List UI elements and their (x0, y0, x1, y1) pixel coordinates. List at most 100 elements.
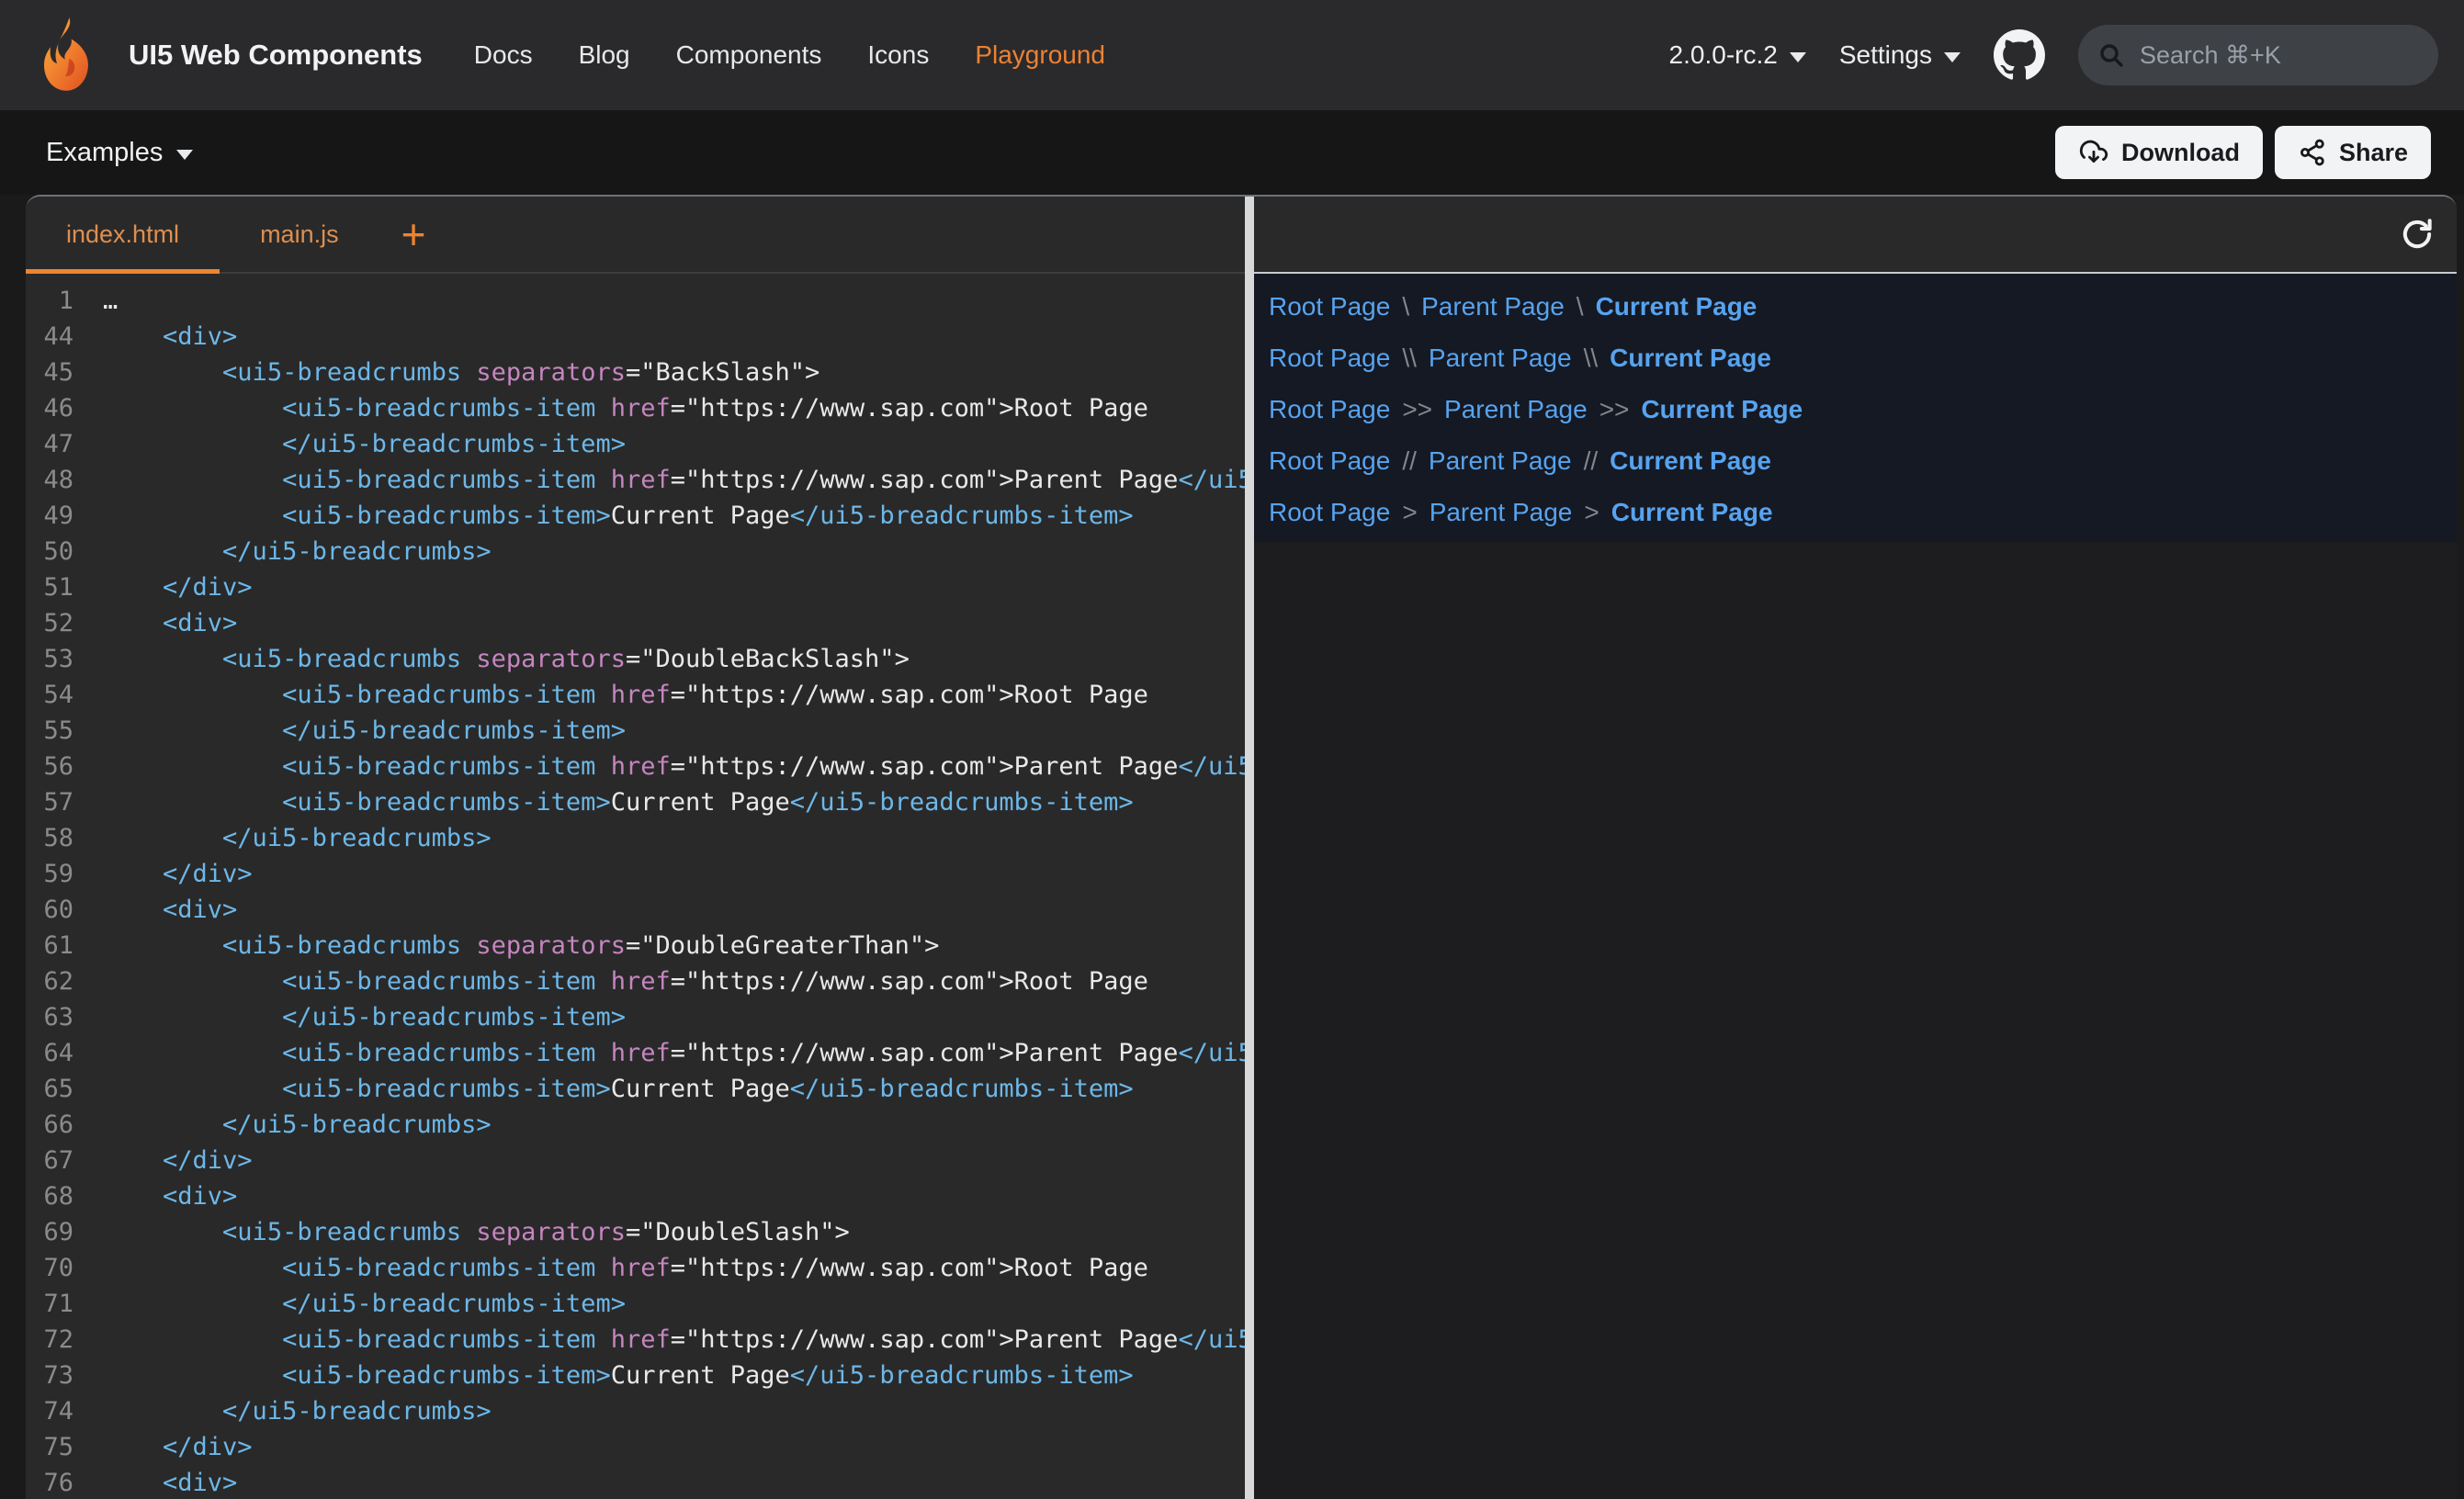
preview-breadcrumbs: Root Page\Parent Page\Current PageRoot P… (1254, 274, 2457, 542)
tab-main-js[interactable]: main.js (220, 197, 379, 272)
examples-dropdown[interactable]: Examples (46, 138, 193, 168)
code-line[interactable]: 73 <ui5-breadcrumbs-item>Current Page</u… (26, 1358, 1245, 1393)
code-line[interactable]: 76 <div> (26, 1465, 1245, 1499)
code-line[interactable]: 56 <ui5-breadcrumbs-item href="https://w… (26, 749, 1245, 784)
bar-buttons: Download Share (2055, 126, 2431, 179)
line-number: 60 (26, 892, 73, 928)
breadcrumb-link[interactable]: Parent Page (1429, 446, 1572, 476)
search-icon (2097, 40, 2126, 70)
code-line[interactable]: 57 <ui5-breadcrumbs-item>Current Page</u… (26, 784, 1245, 820)
nav-link-icons[interactable]: Icons (867, 40, 929, 70)
version-dropdown[interactable]: 2.0.0-rc.2 (1669, 40, 1806, 70)
code-line[interactable]: 54 <ui5-breadcrumbs-item href="https://w… (26, 677, 1245, 713)
breadcrumb-link[interactable]: Root Page (1269, 344, 1390, 373)
nav-link-docs[interactable]: Docs (474, 40, 533, 70)
examples-bar: Examples Download Share (0, 110, 2464, 195)
search-input[interactable] (2138, 40, 2420, 71)
code-text: <ui5-breadcrumbs separators="DoubleGreat… (103, 928, 939, 964)
code-line[interactable]: 46 <ui5-breadcrumbs-item href="https://w… (26, 390, 1245, 426)
code-text: <ui5-breadcrumbs-item>Current Page</ui5-… (103, 784, 1134, 820)
line-number: 48 (26, 462, 73, 498)
code-text: <ui5-breadcrumbs separators="BackSlash"> (103, 355, 819, 390)
breadcrumb-link[interactable]: Root Page (1269, 395, 1390, 424)
breadcrumb-current: Current Page (1641, 395, 1803, 424)
editor-tabbar: index.html main.js + (26, 197, 1245, 274)
code-line[interactable]: 49 <ui5-breadcrumbs-item>Current Page</u… (26, 498, 1245, 534)
settings-dropdown[interactable]: Settings (1839, 40, 1961, 70)
code-line[interactable]: 70 <ui5-breadcrumbs-item href="https://w… (26, 1250, 1245, 1286)
code-line[interactable]: 44 <div> (26, 319, 1245, 355)
ui5-logo-icon[interactable] (26, 12, 112, 98)
code-line[interactable]: 61 <ui5-breadcrumbs separators="DoubleGr… (26, 928, 1245, 964)
nav-link-components[interactable]: Components (676, 40, 822, 70)
code-text: <ui5-breadcrumbs-item href="https://www.… (103, 749, 1245, 784)
code-line[interactable]: 68 <div> (26, 1178, 1245, 1214)
breadcrumb: Root Page\Parent Page\Current Page (1269, 281, 2457, 332)
code-line[interactable]: 1… (26, 283, 1245, 319)
line-number: 45 (26, 355, 73, 390)
breadcrumb-link[interactable]: Parent Page (1444, 395, 1588, 424)
code-line[interactable]: 48 <ui5-breadcrumbs-item href="https://w… (26, 462, 1245, 498)
line-number: 75 (26, 1429, 73, 1465)
line-number: 64 (26, 1035, 73, 1071)
code-line[interactable]: 74 </ui5-breadcrumbs> (26, 1393, 1245, 1429)
code-text: <ui5-breadcrumbs-item href="https://www.… (103, 1322, 1245, 1358)
code-line[interactable]: 69 <ui5-breadcrumbs separators="DoubleSl… (26, 1214, 1245, 1250)
version-label: 2.0.0-rc.2 (1669, 40, 1778, 70)
breadcrumb-separator: \\ (1402, 344, 1417, 373)
line-number: 51 (26, 569, 73, 605)
code-editor-pane[interactable]: index.html main.js + 1…44 <div>45 <ui5-b… (26, 197, 1245, 1499)
line-number: 67 (26, 1143, 73, 1178)
refresh-button[interactable] (2398, 215, 2436, 254)
search-box (2078, 25, 2438, 85)
code-line[interactable]: 52 <div> (26, 605, 1245, 641)
code-line[interactable]: 59 </div> (26, 856, 1245, 892)
breadcrumb-link[interactable]: Parent Page (1429, 344, 1572, 373)
plus-icon: + (401, 213, 426, 255)
breadcrumb-link[interactable]: Parent Page (1430, 498, 1573, 527)
code-line[interactable]: 66 </ui5-breadcrumbs> (26, 1107, 1245, 1143)
nav-link-blog[interactable]: Blog (579, 40, 630, 70)
code-text: </ui5-breadcrumbs> (103, 534, 492, 569)
code-line[interactable]: 71 </ui5-breadcrumbs-item> (26, 1286, 1245, 1322)
breadcrumb-link[interactable]: Parent Page (1421, 292, 1565, 321)
code-line[interactable]: 58 </ui5-breadcrumbs> (26, 820, 1245, 856)
code-line[interactable]: 45 <ui5-breadcrumbs separators="BackSlas… (26, 355, 1245, 390)
code-line[interactable]: 51 </div> (26, 569, 1245, 605)
code-text: <div> (103, 1178, 237, 1214)
code-lines[interactable]: 1…44 <div>45 <ui5-breadcrumbs separators… (26, 274, 1245, 1499)
share-button[interactable]: Share (2275, 126, 2431, 179)
line-number: 50 (26, 534, 73, 569)
breadcrumb-separator: // (1402, 446, 1417, 476)
github-link[interactable] (1994, 29, 2045, 81)
pane-splitter[interactable] (1245, 197, 1254, 1499)
github-icon (1994, 29, 2045, 81)
settings-label: Settings (1839, 40, 1932, 70)
code-text: <ui5-breadcrumbs-item href="https://www.… (103, 677, 1148, 713)
code-line[interactable]: 47 </ui5-breadcrumbs-item> (26, 426, 1245, 462)
code-line[interactable]: 60 <div> (26, 892, 1245, 928)
download-button[interactable]: Download (2055, 126, 2263, 179)
code-line[interactable]: 72 <ui5-breadcrumbs-item href="https://w… (26, 1322, 1245, 1358)
code-line[interactable]: 50 </ui5-breadcrumbs> (26, 534, 1245, 569)
code-line[interactable]: 75 </div> (26, 1429, 1245, 1465)
cloud-download-icon (2078, 137, 2109, 168)
add-tab-button[interactable]: + (379, 197, 448, 272)
code-line[interactable]: 63 </ui5-breadcrumbs-item> (26, 999, 1245, 1035)
code-text: <ui5-breadcrumbs-item>Current Page</ui5-… (103, 1358, 1134, 1393)
line-number: 1 (26, 283, 73, 319)
line-number: 73 (26, 1358, 73, 1393)
tab-index-html[interactable]: index.html (26, 197, 220, 272)
code-line[interactable]: 53 <ui5-breadcrumbs separators="DoubleBa… (26, 641, 1245, 677)
line-number: 49 (26, 498, 73, 534)
code-line[interactable]: 67 </div> (26, 1143, 1245, 1178)
nav-link-playground[interactable]: Playground (975, 40, 1105, 70)
code-line[interactable]: 62 <ui5-breadcrumbs-item href="https://w… (26, 964, 1245, 999)
code-line[interactable]: 65 <ui5-breadcrumbs-item>Current Page</u… (26, 1071, 1245, 1107)
breadcrumb-separator: > (1584, 498, 1599, 527)
breadcrumb-link[interactable]: Root Page (1269, 446, 1390, 476)
code-line[interactable]: 64 <ui5-breadcrumbs-item href="https://w… (26, 1035, 1245, 1071)
code-line[interactable]: 55 </ui5-breadcrumbs-item> (26, 713, 1245, 749)
breadcrumb-link[interactable]: Root Page (1269, 292, 1390, 321)
breadcrumb-link[interactable]: Root Page (1269, 498, 1390, 527)
